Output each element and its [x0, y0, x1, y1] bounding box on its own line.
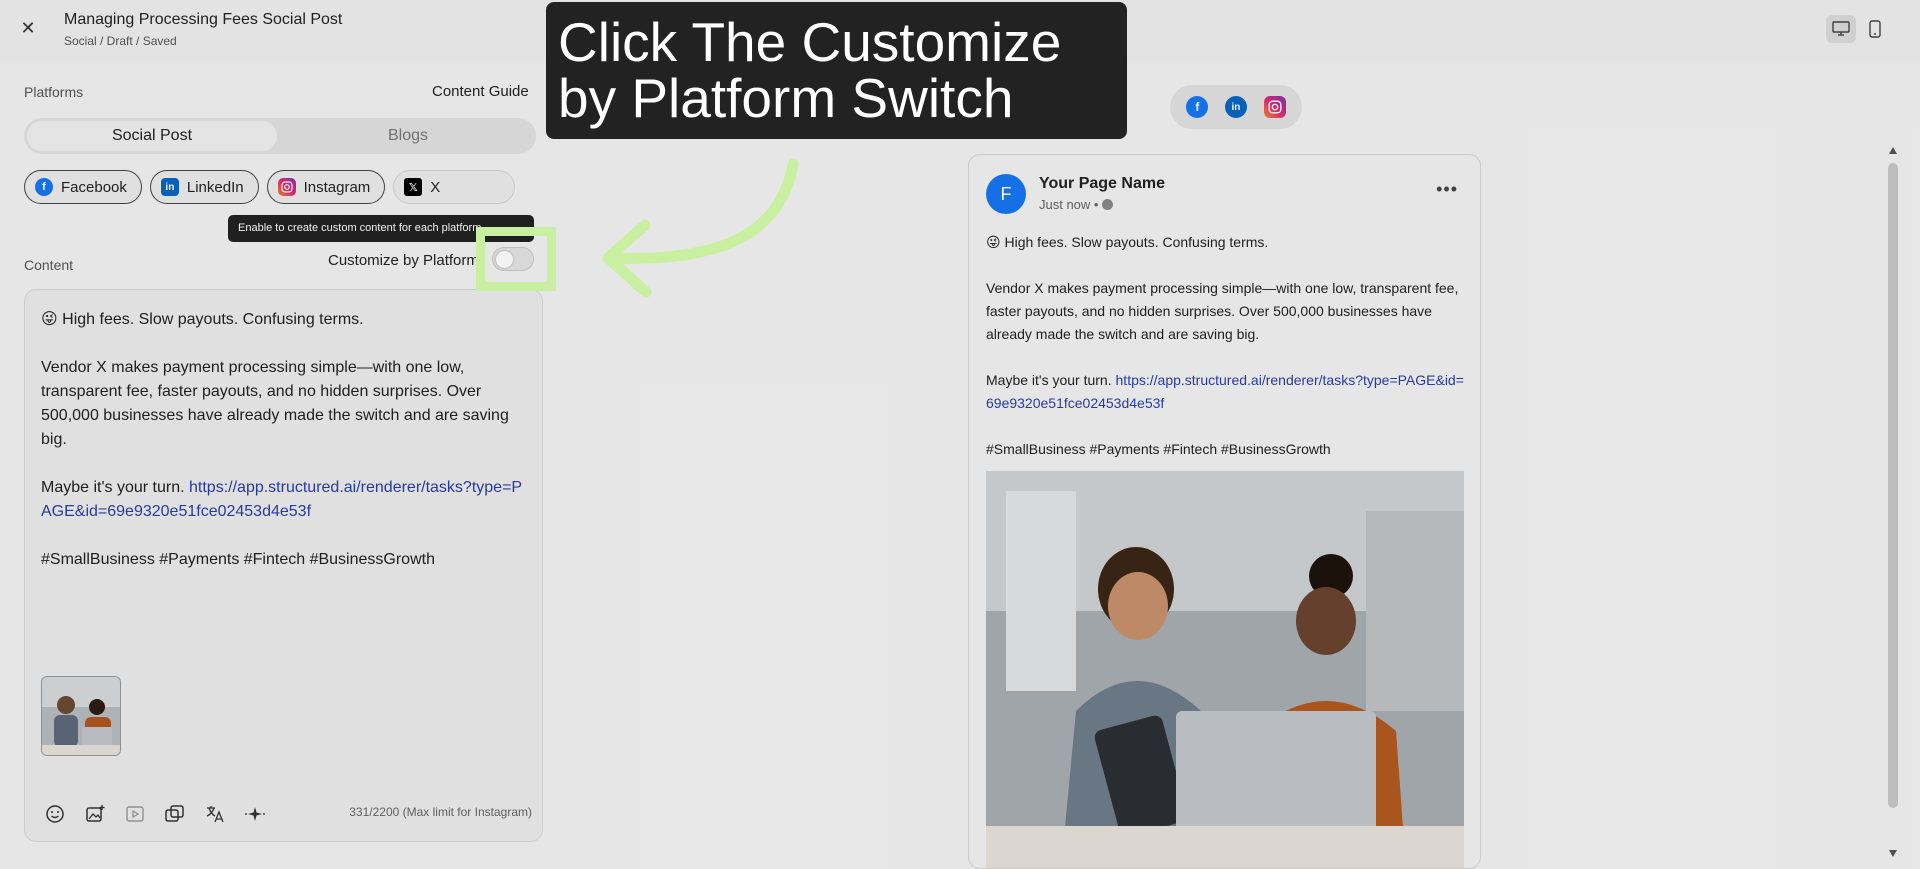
- ai-sparkle-icon[interactable]: [241, 800, 269, 828]
- attached-image-thumbnail[interactable]: [41, 676, 121, 756]
- laughing-emoji-icon: 😜: [986, 234, 1001, 250]
- document-title: Managing Processing Fees Social Post: [64, 11, 343, 28]
- chip-facebook[interactable]: f Facebook: [24, 170, 142, 204]
- translate-icon[interactable]: [201, 800, 229, 828]
- preview-line-2: Vendor X makes payment processing simple…: [986, 280, 1459, 342]
- instagram-icon[interactable]: [1263, 96, 1286, 118]
- chip-instagram[interactable]: Instagram: [266, 170, 386, 204]
- preview-platform-tabs: f in: [1170, 85, 1302, 129]
- instagram-icon: [277, 178, 296, 196]
- chip-linkedin[interactable]: in LinkedIn: [149, 170, 259, 204]
- post-time: Just now •: [1039, 197, 1114, 212]
- content-editor[interactable]: 😜 High fees. Slow payouts. Confusing ter…: [24, 289, 543, 842]
- instruction-callout: Click The Customize by Platform Switch: [546, 2, 1127, 139]
- pointer-arrow: [602, 158, 799, 298]
- more-options-icon[interactable]: •••: [1436, 179, 1458, 200]
- post-type-tabs: Social Post Blogs: [24, 118, 536, 154]
- platform-chips: f Facebook in LinkedIn Instagram 𝕏 X: [24, 170, 516, 204]
- platforms-label: Platforms: [24, 84, 84, 100]
- preview-line-1: High fees. Slow payouts. Confusing terms…: [1004, 234, 1269, 250]
- highlight-box: [476, 227, 556, 291]
- chip-label: Instagram: [303, 178, 371, 196]
- post-hashtags: #SmallBusiness #Payments #Fintech #Busin…: [41, 551, 435, 568]
- scrollbar[interactable]: [1886, 145, 1900, 860]
- close-icon[interactable]: ✕: [18, 18, 38, 38]
- post-line-3: Maybe it's your turn.: [41, 479, 185, 496]
- facebook-icon: f: [35, 178, 53, 196]
- post-image: [986, 471, 1464, 868]
- emoji-icon[interactable]: [41, 800, 69, 828]
- time-label: Just now •: [1039, 197, 1099, 212]
- preview-post-text: 😜 High fees. Slow payouts. Confusing ter…: [986, 231, 1464, 484]
- post-text[interactable]: 😜 High fees. Slow payouts. Confusing ter…: [41, 308, 531, 596]
- character-count: 331/2200 (Max limit for Instagram): [349, 805, 532, 819]
- post-line-1: High fees. Slow payouts. Confusing terms…: [62, 311, 364, 328]
- scroll-down-arrow[interactable]: [1889, 850, 1897, 857]
- tab-social-post[interactable]: Social Post: [27, 121, 277, 151]
- desktop-icon[interactable]: [1826, 15, 1856, 43]
- avatar: F: [986, 174, 1026, 214]
- linkedin-icon[interactable]: in: [1224, 96, 1247, 118]
- scroll-thumb[interactable]: [1888, 163, 1898, 808]
- chip-label: LinkedIn: [186, 178, 244, 196]
- linkedin-icon: in: [160, 178, 179, 196]
- media-library-icon[interactable]: [161, 800, 189, 828]
- content-guide-link[interactable]: Content Guide: [432, 83, 529, 100]
- facebook-icon[interactable]: f: [1186, 96, 1209, 118]
- preview-line-3: Maybe it's your turn.: [986, 372, 1112, 388]
- chip-label: X: [430, 178, 441, 196]
- page-name: Your Page Name: [1039, 175, 1165, 192]
- post-line-2: Vendor X makes payment processing simple…: [41, 359, 509, 448]
- breadcrumb: Social / Draft / Saved: [64, 34, 177, 48]
- chip-label: Facebook: [61, 178, 127, 196]
- laughing-emoji-icon: 😜: [41, 311, 58, 328]
- content-label: Content: [24, 257, 74, 273]
- x-icon: 𝕏: [404, 178, 423, 196]
- post-preview-card: F Your Page Name Just now • ••• 😜 High f…: [968, 154, 1481, 869]
- mobile-icon[interactable]: [1860, 15, 1890, 43]
- chip-x[interactable]: 𝕏 X: [393, 170, 516, 204]
- customize-by-platform-label: Customize by Platform: [328, 252, 479, 269]
- globe-icon: [1102, 199, 1114, 210]
- view-mode-toggle: [1826, 15, 1890, 43]
- scroll-up-arrow[interactable]: [1889, 147, 1897, 154]
- editor-toolbar: [41, 800, 269, 828]
- preview-hashtags: #SmallBusiness #Payments #Fintech #Busin…: [986, 441, 1331, 457]
- tab-blogs[interactable]: Blogs: [283, 121, 533, 151]
- video-icon[interactable]: [121, 800, 149, 828]
- add-image-icon[interactable]: [81, 800, 109, 828]
